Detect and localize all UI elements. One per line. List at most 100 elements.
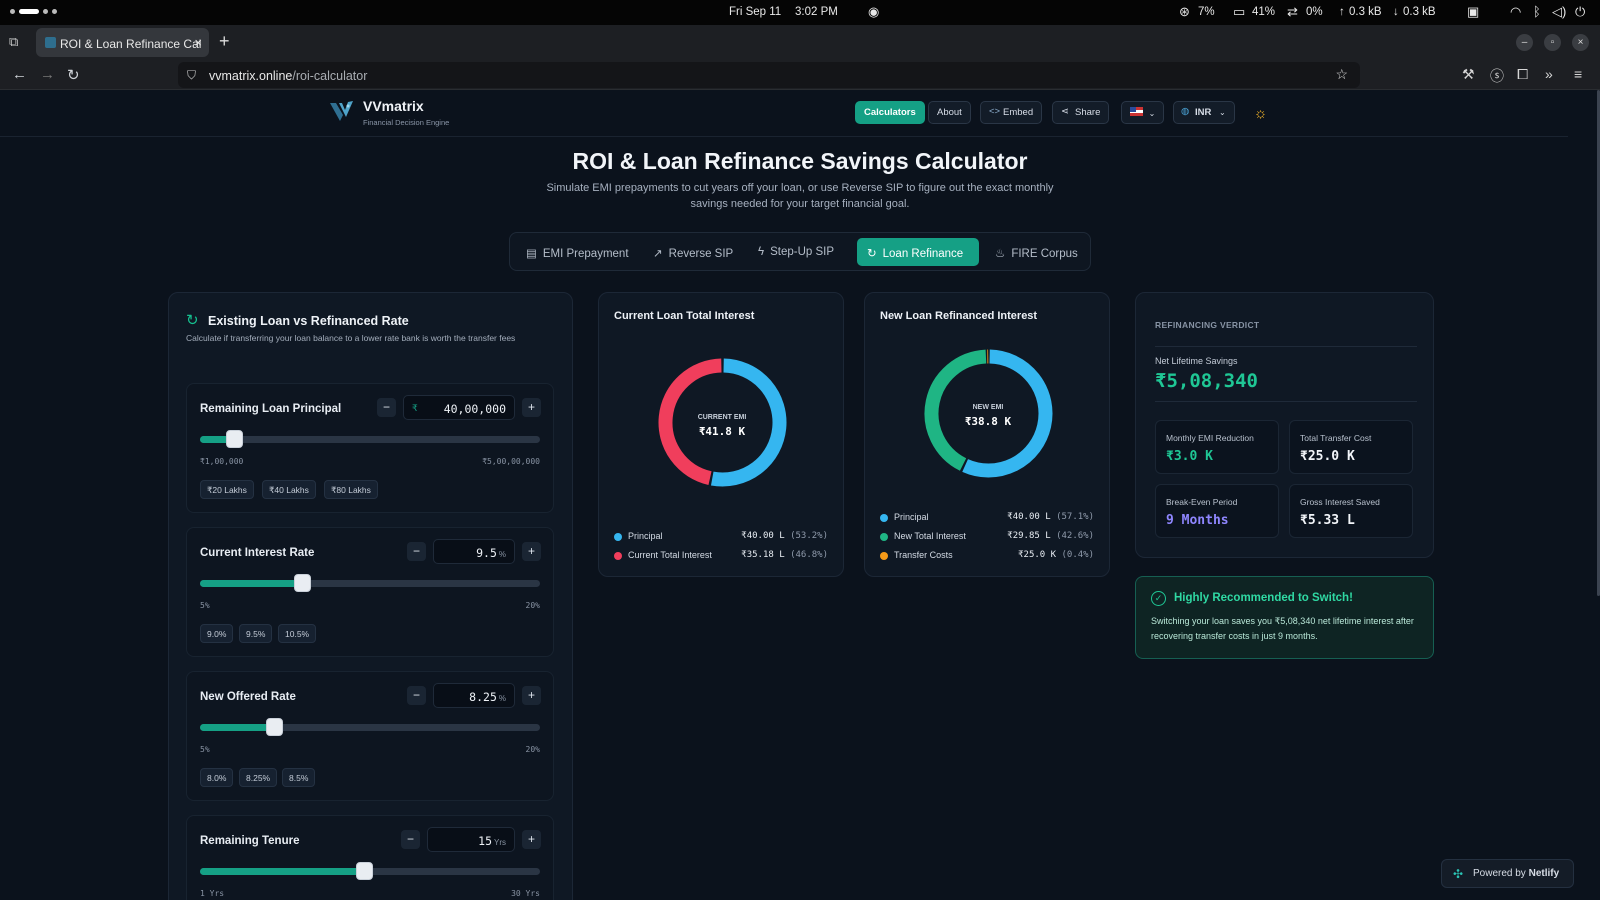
minimize-icon[interactable]: – bbox=[1516, 34, 1533, 51]
preset-chip[interactable]: 8.0% bbox=[200, 768, 234, 787]
clipboard-icon[interactable]: ▣ bbox=[1467, 4, 1479, 20]
new-rate-input[interactable]: 8.25% bbox=[433, 683, 515, 708]
preset-chip[interactable]: 8.5% bbox=[282, 768, 316, 787]
calculator-icon: ▤ bbox=[526, 248, 537, 260]
more-tools-icon[interactable]: » bbox=[1545, 66, 1553, 82]
back-icon[interactable]: ← bbox=[12, 66, 27, 83]
legend-amount: ₹29.85 L bbox=[1007, 531, 1051, 541]
principal-increment-button[interactable]: + bbox=[522, 398, 541, 417]
tab-label: EMI Prepayment bbox=[542, 248, 629, 260]
new-rate-section: New Offered Rate − 8.25% + 5% 20% 8.0% 8… bbox=[186, 671, 554, 801]
powered-by-netlify-badge[interactable]: ✣ Powered by Netlify bbox=[1441, 859, 1574, 888]
calculators-button[interactable]: Calculators bbox=[855, 101, 925, 124]
site-info-icon[interactable]: ⛉ bbox=[187, 68, 196, 83]
os-top-bar: Fri Sep 11 3:02 PM ◉ ⊛ 7% ▭ 41% ⇄ 0% ↑ 0… bbox=[0, 0, 1600, 25]
tab-overview-icon[interactable]: ⧉ bbox=[9, 34, 18, 50]
donut-slice-principal[interactable] bbox=[710, 358, 787, 487]
preset-chip[interactable]: 8.25% bbox=[239, 768, 278, 787]
tenure-input[interactable]: 15 Yrs bbox=[427, 827, 515, 852]
slider-thumb[interactable] bbox=[226, 430, 243, 448]
currency-select[interactable]: ◍ INR ⌄ bbox=[1173, 101, 1235, 124]
power-icon[interactable]: ⏻ bbox=[1575, 4, 1585, 20]
tab-step-up-sip[interactable]: ϟ Step-Up SIP bbox=[748, 238, 844, 266]
legend-dot bbox=[614, 533, 622, 541]
recommendation-title: Highly Recommended to Switch! bbox=[1174, 592, 1353, 604]
clock-time[interactable]: 3:02 PM bbox=[795, 6, 838, 18]
maximize-icon[interactable]: ▫ bbox=[1544, 34, 1561, 51]
about-button[interactable]: About bbox=[928, 101, 971, 124]
new-loan-chart-card: New Loan Refinanced Interest NEW EMI ₹38… bbox=[864, 292, 1110, 577]
slider-thumb[interactable] bbox=[294, 574, 311, 592]
preset-chip[interactable]: ₹20 Lakhs bbox=[200, 480, 254, 499]
page-subtitle: Simulate EMI prepayments to cut years of… bbox=[546, 182, 1054, 210]
tenure-slider[interactable] bbox=[200, 862, 540, 880]
recommendation-banner: ✓ Highly Recommended to Switch! Switchin… bbox=[1135, 576, 1434, 659]
forward-icon[interactable]: → bbox=[40, 66, 55, 83]
close-tab-icon[interactable]: × bbox=[194, 35, 202, 50]
stat-value: ₹3.0 K bbox=[1166, 449, 1213, 464]
principal-decrement-button[interactable]: − bbox=[377, 398, 396, 417]
donut-slice-current-total-interest[interactable] bbox=[658, 358, 722, 485]
refinancing-verdict-card: REFINANCING VERDICT Net Lifetime Savings… bbox=[1135, 292, 1434, 558]
new-rate-max: 20% bbox=[525, 745, 540, 754]
close-window-icon[interactable]: × bbox=[1572, 34, 1589, 51]
tenure-decrement-button[interactable]: − bbox=[401, 830, 420, 849]
current-loan-donut bbox=[658, 358, 787, 487]
legend-value: ₹25.0 K (0.4%) bbox=[1018, 550, 1094, 560]
refresh-icon: ↻ bbox=[186, 312, 199, 329]
preset-chip[interactable]: ₹40 Lakhs bbox=[262, 480, 316, 499]
volume-icon[interactable]: ◁) bbox=[1552, 4, 1566, 20]
preset-chip[interactable]: 9.5% bbox=[239, 624, 273, 643]
brand-name[interactable]: VVmatrix bbox=[363, 98, 424, 114]
chevron-down-icon: ⌄ bbox=[1148, 109, 1156, 118]
notification-icon[interactable]: ◉ bbox=[868, 4, 879, 20]
embed-button[interactable]: <> Embed bbox=[980, 101, 1043, 124]
bluetooth-icon[interactable]: ᛒ bbox=[1533, 4, 1541, 19]
new-tab-icon[interactable]: + bbox=[219, 31, 230, 52]
tab-fire-corpus[interactable]: ♨ FIRE Corpus bbox=[985, 238, 1088, 266]
new-rate-decrement-button[interactable]: − bbox=[407, 686, 426, 705]
slider-thumb[interactable] bbox=[265, 718, 283, 736]
account-icon[interactable]: ⓢ bbox=[1490, 66, 1504, 86]
legend-amount: ₹40.00 L bbox=[1007, 512, 1051, 522]
legend-dot bbox=[880, 552, 888, 560]
share-button[interactable]: ⋖ Share bbox=[1052, 101, 1110, 124]
tab-loan-refinance[interactable]: ↻ Loan Refinance bbox=[857, 238, 979, 266]
new-rate-slider[interactable] bbox=[200, 718, 540, 736]
slider-thumb[interactable] bbox=[356, 862, 374, 880]
legend-value: ₹40.00 L (57.1%) bbox=[1007, 512, 1094, 522]
principal-input[interactable]: ₹ 40,00,000 bbox=[403, 395, 515, 420]
legend-label: New Total Interest bbox=[894, 531, 966, 541]
menu-icon[interactable]: ≡ bbox=[1574, 66, 1582, 82]
preset-chip[interactable]: ₹80 Lakhs bbox=[324, 480, 378, 499]
extensions-icon[interactable]: ⧠ bbox=[1517, 66, 1528, 83]
stat-label: Monthly EMI Reduction bbox=[1166, 433, 1254, 443]
bookmark-star-icon[interactable]: ☆ bbox=[1335, 66, 1348, 83]
vvmatrix-logo-icon[interactable] bbox=[327, 97, 356, 126]
new-rate-increment-button[interactable]: + bbox=[522, 686, 541, 705]
tab-emi-prepayment[interactable]: ▤ EMI Prepayment bbox=[516, 238, 639, 266]
donut-slice-principal[interactable] bbox=[962, 349, 1053, 478]
new-loan-donut bbox=[924, 349, 1053, 478]
theme-toggle-sun-icon[interactable]: ☼ bbox=[1249, 102, 1272, 125]
tenure-increment-button[interactable]: + bbox=[522, 830, 541, 849]
check-circle-icon: ✓ bbox=[1151, 591, 1166, 606]
tools-icon[interactable]: ⚒ bbox=[1462, 66, 1475, 83]
clock-date[interactable]: Fri Sep 11 bbox=[729, 6, 781, 18]
preset-chip[interactable]: 9.0% bbox=[200, 624, 234, 643]
current-rate-slider[interactable] bbox=[200, 574, 540, 592]
current-rate-increment-button[interactable]: + bbox=[522, 542, 541, 561]
principal-slider[interactable] bbox=[200, 430, 540, 448]
wifi-icon[interactable]: ◠ bbox=[1510, 4, 1521, 20]
address-bar[interactable]: ⛉ vvmatrix.online/roi-calculator ☆ bbox=[178, 62, 1360, 88]
workspace-indicator[interactable] bbox=[10, 9, 57, 14]
current-rate-input[interactable]: 9.5% bbox=[433, 539, 515, 564]
preset-chip[interactable]: 10.5% bbox=[278, 624, 317, 643]
new-rate-min: 5% bbox=[200, 745, 210, 754]
language-select[interactable]: ⌄ bbox=[1121, 101, 1164, 124]
browser-tab-active[interactable]: ROI & Loan Refinance Cal × bbox=[36, 28, 209, 57]
legend-percent: (53.2%) bbox=[790, 531, 828, 541]
current-rate-decrement-button[interactable]: − bbox=[407, 542, 426, 561]
reload-icon[interactable]: ↻ bbox=[67, 66, 80, 84]
tab-reverse-sip[interactable]: ↗ Reverse SIP bbox=[643, 238, 743, 266]
